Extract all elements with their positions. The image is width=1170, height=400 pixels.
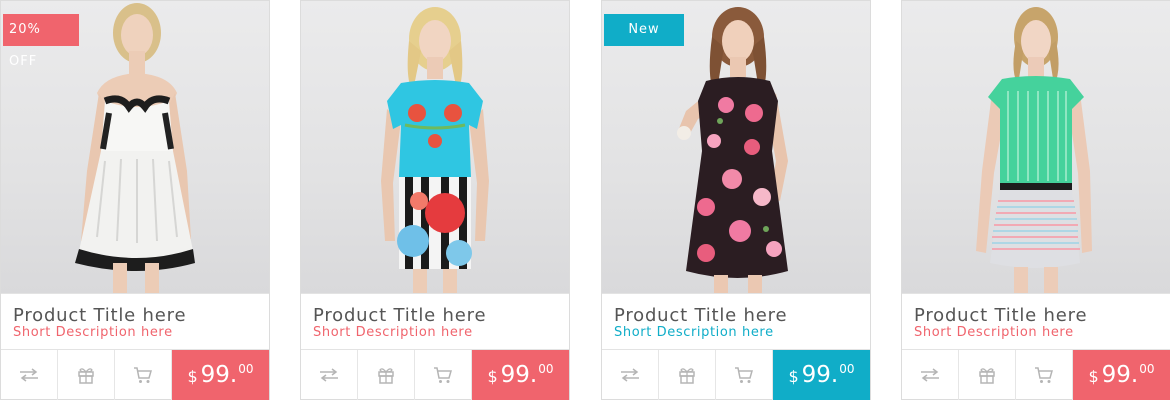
compare-icon [621,368,639,382]
compare-button[interactable] [301,350,358,400]
add-to-cart-button[interactable] [415,350,472,400]
gift-button[interactable] [358,350,415,400]
new-badge: New [604,14,684,46]
gift-icon [979,368,995,384]
price-whole: 99. [801,362,839,388]
cart-icon [1035,367,1053,383]
compare-button[interactable] [602,350,659,400]
price-button[interactable]: $99. 00 [472,350,569,400]
product-card[interactable]: New Product Title here Short Description… [601,0,871,400]
product-image[interactable]: 20% OFF [1,1,269,293]
gift-icon [679,368,695,384]
add-to-cart-button[interactable] [1016,350,1073,400]
price-cents: 00 [238,362,254,376]
product-title[interactable]: Product Title here [13,305,186,326]
price-currency: $ [1088,366,1099,386]
price-button[interactable]: $99. 00 [172,350,269,400]
cart-icon [434,367,452,383]
product-title[interactable]: Product Title here [914,305,1087,326]
price-cents: 00 [839,362,855,376]
compare-icon [921,368,939,382]
product-description: Short Description here [13,325,173,340]
compare-button[interactable] [1,350,58,400]
compare-icon [20,368,38,382]
price-whole: 99. [500,362,538,388]
gift-icon [378,368,394,384]
gift-icon [78,368,94,384]
product-card[interactable]: 20% OFF Product Title here Short Descrip… [0,0,270,400]
compare-button[interactable] [902,350,959,400]
cart-icon [134,367,152,383]
add-to-cart-button[interactable] [115,350,172,400]
compare-icon [320,368,338,382]
price-whole: 99. [1101,362,1139,388]
add-to-cart-button[interactable] [716,350,773,400]
product-image[interactable] [301,1,569,293]
product-title[interactable]: Product Title here [313,305,486,326]
product-image[interactable] [902,1,1170,293]
price-whole: 99. [200,362,238,388]
product-card[interactable]: Product Title here Short Description her… [901,0,1170,400]
product-description: Short Description here [914,325,1074,340]
cart-icon [735,367,753,383]
discount-badge: 20% OFF [3,14,79,69]
price-button[interactable]: $99. 00 [1073,350,1170,400]
product-image[interactable]: New [602,1,870,293]
gift-button[interactable] [659,350,716,400]
product-description: Short Description here [313,325,473,340]
price-currency: $ [788,366,799,386]
gift-button[interactable] [959,350,1016,400]
product-title[interactable]: Product Title here [614,305,787,326]
price-cents: 00 [1139,362,1155,376]
price-cents: 00 [538,362,554,376]
price-currency: $ [487,366,498,386]
product-card[interactable]: Product Title here Short Description her… [300,0,570,400]
price-currency: $ [187,366,198,386]
product-description: Short Description here [614,325,774,340]
gift-button[interactable] [58,350,115,400]
price-button[interactable]: $99. 00 [773,350,870,400]
